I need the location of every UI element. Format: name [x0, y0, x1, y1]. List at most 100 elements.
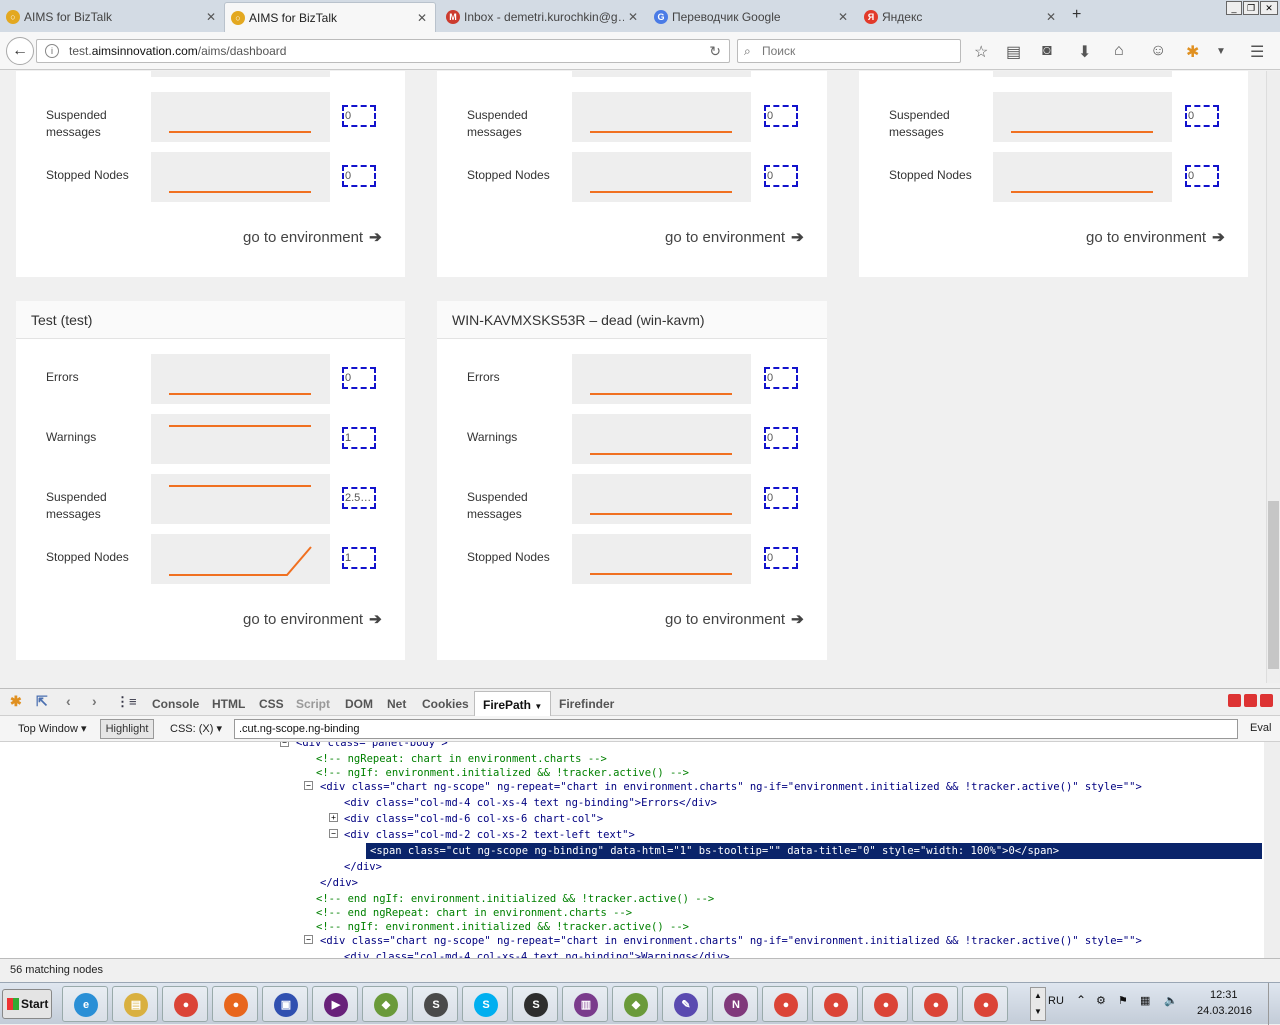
collapse-toggle[interactable]: −	[304, 781, 313, 790]
tab-google-translate[interactable]: G Переводчик Google ✕	[648, 2, 856, 32]
tab-yandex[interactable]: Я Яндекс ✕	[858, 2, 1064, 32]
taskbar-app-app-diamond-2[interactable]: ◆	[612, 986, 658, 1022]
close-tab-icon[interactable]: ✕	[1046, 10, 1056, 24]
minimize-firebug-button[interactable]	[1228, 694, 1241, 707]
taskbar-app-save-app[interactable]: ▣	[262, 986, 308, 1022]
css-mode-dropdown[interactable]: CSS: (X) ▾	[170, 722, 222, 735]
code-line[interactable]: <div class="panel-body">	[296, 742, 448, 750]
value-badge[interactable]: 0	[764, 427, 798, 449]
scrollbar-thumb[interactable]	[1268, 501, 1279, 669]
go-to-environment-link[interactable]: go to environment ➔	[665, 228, 804, 246]
value-badge[interactable]: 0	[1185, 105, 1219, 127]
arrow-right-icon[interactable]: ›	[92, 693, 97, 709]
code-line[interactable]: </div>	[320, 876, 358, 890]
taskbar-app-chrome-4[interactable]: ●	[862, 986, 908, 1022]
tab-firefinder[interactable]: Firefinder	[559, 697, 614, 711]
expand-toggle[interactable]: +	[329, 813, 338, 822]
collapse-toggle[interactable]: −	[304, 935, 313, 944]
close-tab-icon[interactable]: ✕	[206, 10, 216, 24]
go-to-environment-link[interactable]: go to environment ➔	[243, 228, 382, 246]
top-window-dropdown[interactable]: Top Window ▾	[18, 722, 87, 735]
code-line[interactable]: <!-- ngIf: environment.initialized && !t…	[316, 920, 689, 934]
reload-icon[interactable]: ↻	[709, 40, 721, 62]
taskbar-app-chrome[interactable]: ●	[162, 986, 208, 1022]
tab-dom[interactable]: DOM	[345, 697, 373, 711]
code-scrollbar[interactable]	[1264, 742, 1280, 958]
inspect-icon[interactable]: ⇱	[36, 693, 48, 710]
page-scrollbar[interactable]	[1266, 71, 1280, 683]
taskbar-app-file-explorer[interactable]: ▤	[112, 986, 158, 1022]
code-line[interactable]: <!-- end ngIf: environment.initialized &…	[316, 892, 714, 906]
command-line-icon[interactable]: ⋮≡	[116, 694, 137, 710]
value-badge[interactable]: 1	[342, 547, 376, 569]
flag-tray-icon[interactable]: ⚑	[1118, 994, 1128, 1007]
collapse-toggle[interactable]: −	[329, 829, 338, 838]
clock-date[interactable]: 24.03.2016	[1197, 1005, 1252, 1017]
search-input[interactable]: ⌕ Поиск	[737, 39, 961, 63]
value-badge[interactable]: 1	[342, 427, 376, 449]
selected-code-line[interactable]: <span class="cut ng-scope ng-binding" da…	[366, 843, 1262, 859]
code-line[interactable]: <div class="chart ng-scope" ng-repeat="c…	[320, 934, 1142, 948]
hello-icon[interactable]: ☺	[1150, 42, 1166, 60]
start-button[interactable]: Start	[2, 989, 52, 1019]
value-badge[interactable]: 0	[1185, 165, 1219, 187]
address-bar[interactable]: i test.aimsinnovation.com/aims/dashboard…	[36, 39, 730, 63]
go-to-environment-link[interactable]: go to environment ➔	[665, 610, 804, 628]
code-line[interactable]: <div class="col-md-4 col-xs-4 text ng-bi…	[344, 950, 730, 958]
back-button[interactable]: ←	[6, 37, 34, 65]
value-badge[interactable]: 0	[342, 165, 376, 187]
menu-icon[interactable]: ☰	[1250, 42, 1264, 62]
close-tab-icon[interactable]: ✕	[628, 10, 638, 24]
code-line[interactable]: <div class="col-md-2 col-xs-2 text-left …	[344, 828, 635, 842]
code-line[interactable]: <div class="chart ng-scope" ng-repeat="c…	[320, 780, 1142, 794]
taskbar-app-chrome-5[interactable]: ●	[912, 986, 958, 1022]
taskbar-app-pen-app[interactable]: ✎	[662, 986, 708, 1022]
code-line[interactable]: <div class="col-md-6 col-xs-6 chart-col"…	[344, 812, 603, 826]
taskbar-app-visual-studio[interactable]: ▶	[312, 986, 358, 1022]
close-firebug-button[interactable]	[1260, 694, 1273, 707]
tab-script[interactable]: Script	[296, 697, 330, 711]
tab-aims-2[interactable]: ○ AIMS for BizTalk ✕	[224, 2, 436, 32]
taskbar-app-internet-explorer[interactable]: e	[62, 986, 108, 1022]
taskbar-app-app-diamond[interactable]: ◆	[362, 986, 408, 1022]
new-tab-button[interactable]: +	[1072, 6, 1081, 24]
close-tab-icon[interactable]: ✕	[417, 11, 427, 25]
go-to-environment-link[interactable]: go to environment ➔	[243, 610, 382, 628]
value-badge[interactable]: 0	[764, 105, 798, 127]
code-line[interactable]: <!-- ngRepeat: chart in environment.char…	[316, 752, 607, 766]
minimize-button[interactable]: _	[1226, 1, 1242, 15]
value-badge[interactable]: 0	[764, 367, 798, 389]
firebug-logo-icon[interactable]: ✱	[10, 693, 22, 710]
clock-time[interactable]: 12:31	[1210, 989, 1238, 1001]
pocket-icon[interactable]: ◙	[1042, 42, 1052, 60]
code-line[interactable]: <!-- end ngRepeat: chart in environment.…	[316, 906, 632, 920]
value-badge[interactable]: 0	[764, 165, 798, 187]
taskbar-app-snagit[interactable]: S	[512, 986, 558, 1022]
settings-tray-icon[interactable]: ⚙	[1096, 994, 1106, 1007]
taskbar-app-winrar[interactable]: ▥	[562, 986, 608, 1022]
info-icon[interactable]: i	[45, 44, 59, 58]
home-icon[interactable]: ⌂	[1114, 42, 1124, 60]
tab-html[interactable]: HTML	[212, 697, 245, 711]
close-window-button[interactable]: ✕	[1260, 1, 1278, 15]
volume-tray-icon[interactable]: 🔈	[1164, 994, 1178, 1007]
tray-expand-icon[interactable]: ⌃	[1076, 993, 1086, 1007]
tab-net[interactable]: Net	[387, 697, 406, 711]
detach-firebug-button[interactable]	[1244, 694, 1257, 707]
highlight-button[interactable]: Highlight	[100, 719, 154, 739]
network-tray-icon[interactable]: ▦	[1140, 994, 1150, 1007]
tab-console[interactable]: Console	[152, 697, 199, 711]
tab-inbox[interactable]: M Inbox - demetri.kurochkin@g… ✕	[440, 2, 646, 32]
tab-cookies[interactable]: Cookies	[422, 697, 469, 711]
show-desktop-button[interactable]	[1268, 983, 1280, 1025]
value-badge[interactable]: 2.5…	[342, 487, 376, 509]
tab-firepath[interactable]: FirePath ▼	[474, 691, 552, 717]
tab-aims-1[interactable]: ○ AIMS for BizTalk ✕	[0, 2, 224, 32]
value-badge[interactable]: 0	[764, 547, 798, 569]
value-badge[interactable]: 0	[342, 105, 376, 127]
restore-button[interactable]: ❐	[1243, 1, 1259, 15]
close-tab-icon[interactable]: ✕	[838, 10, 848, 24]
firebug-icon[interactable]: ✱	[1186, 42, 1199, 62]
taskbar-app-chrome-3[interactable]: ●	[812, 986, 858, 1022]
bookmark-star-icon[interactable]: ☆	[974, 42, 988, 62]
